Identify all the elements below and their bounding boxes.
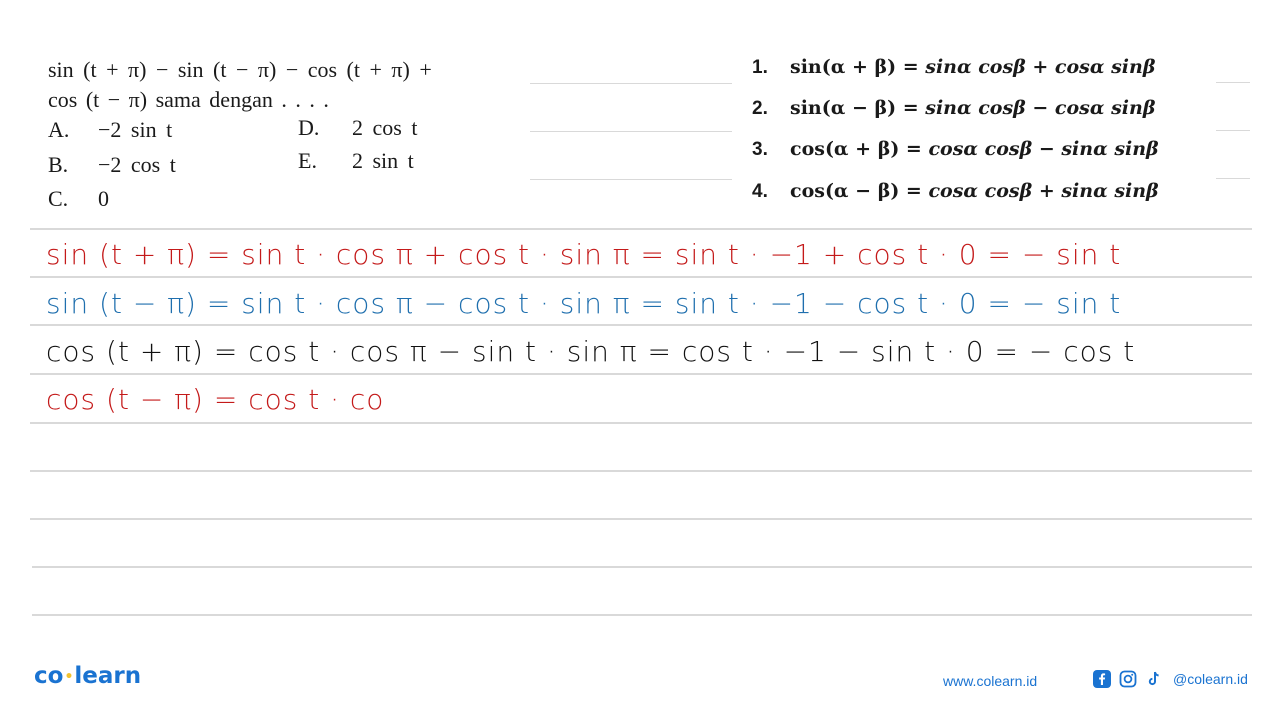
formula-3: 3. cos(α + β) = cosα cosβ − sinα sinβ	[752, 138, 1159, 161]
logo-text-learn: learn	[74, 663, 142, 689]
logo-dot: •	[64, 668, 74, 685]
ruled-line	[30, 276, 1252, 278]
ruled-line	[30, 422, 1252, 424]
formula-number: 3.	[752, 139, 768, 160]
option-c-letter: C.	[48, 186, 69, 211]
formula-number: 1.	[752, 57, 768, 78]
option-e-value: 2 sin t	[352, 148, 414, 173]
formula-lhs: cos(α − β) =	[790, 180, 929, 202]
ruled-line	[30, 518, 1252, 520]
option-b-value: −2 cos t	[98, 152, 176, 177]
ruled-line	[1216, 82, 1250, 83]
handwritten-line-3: cos (t + π) = cos t · cos π − sin t · si…	[46, 335, 1136, 368]
ruled-line	[30, 470, 1252, 472]
ruled-line	[30, 373, 1252, 375]
formula-4: 4. cos(α − β) = cosα cosβ + sinα sinβ	[752, 180, 1159, 203]
handwritten-line-1: sin (t + π) = sin t · cos π + cos t · si…	[46, 238, 1122, 271]
tiktok-icon[interactable]	[1145, 670, 1163, 688]
formula-lhs: sin(α + β) =	[790, 56, 926, 78]
formula-2: 2. sin(α − β) = sinα cosβ − cosα sinβ	[752, 97, 1155, 120]
social-links: @colearn.id	[1093, 670, 1248, 688]
ruled-line	[30, 324, 1252, 326]
formula-1: 1. sin(α + β) = sinα cosβ + cosα sinβ	[752, 56, 1155, 79]
colearn-logo: co•learn	[34, 663, 141, 689]
ruled-line	[30, 228, 1252, 230]
ruled-line	[32, 614, 1252, 616]
social-handle[interactable]: @colearn.id	[1173, 671, 1248, 687]
option-a-value: −2 sin t	[98, 117, 173, 142]
formula-lhs: sin(α − β) =	[790, 97, 926, 119]
handwritten-line-2: sin (t − π) = sin t · cos π − cos t · si…	[46, 287, 1122, 320]
option-d-letter: D.	[298, 115, 320, 140]
formula-rhs: cosα cosβ − sinα sinβ	[928, 138, 1159, 160]
option-d-value: 2 cos t	[352, 115, 418, 140]
question-line-1: sin (t + π) − sin (t − π) − cos (t + π) …	[48, 57, 432, 82]
option-a-letter: A.	[48, 117, 70, 142]
logo-text-co: co	[34, 663, 64, 689]
ruled-line	[530, 179, 732, 180]
formula-number: 2.	[752, 98, 768, 119]
formula-lhs: cos(α + β) =	[790, 138, 929, 160]
handwritten-line-4: cos (t − π) = cos t · co	[46, 383, 385, 416]
ruled-line	[1216, 130, 1250, 131]
option-c-value: 0	[98, 186, 109, 211]
option-e-letter: E.	[298, 148, 317, 173]
website-link[interactable]: www.colearn.id	[943, 673, 1037, 689]
ruled-line	[1216, 178, 1250, 179]
instagram-icon[interactable]	[1119, 670, 1137, 688]
formula-number: 4.	[752, 181, 768, 202]
formula-rhs: cosα cosβ + sinα sinβ	[928, 180, 1159, 202]
ruled-line	[530, 83, 732, 84]
formula-rhs: sinα cosβ − cosα sinβ	[925, 97, 1156, 119]
facebook-icon[interactable]	[1093, 670, 1111, 688]
question-line-2: cos (t − π) sama dengan . . . .	[48, 87, 329, 112]
formula-rhs: sinα cosβ + cosα sinβ	[925, 56, 1156, 78]
ruled-line	[32, 566, 1252, 568]
option-b-letter: B.	[48, 152, 69, 177]
ruled-line	[530, 131, 732, 132]
